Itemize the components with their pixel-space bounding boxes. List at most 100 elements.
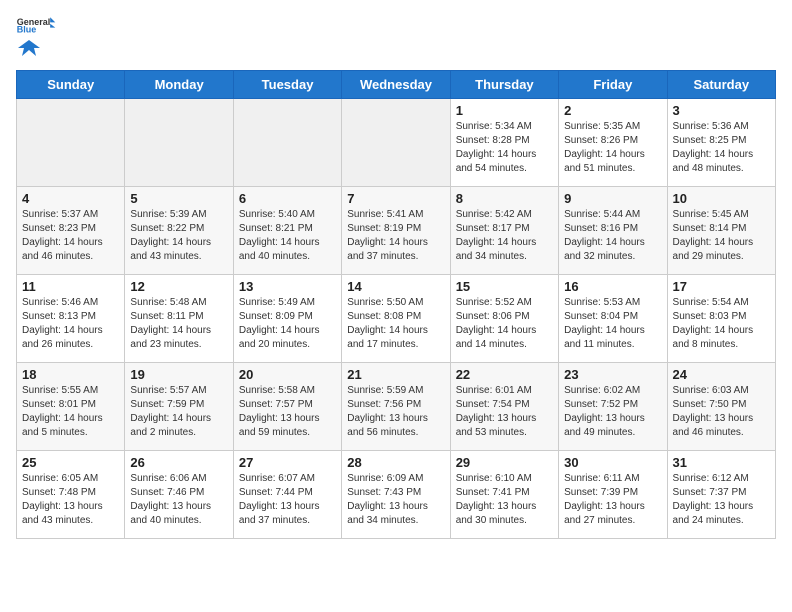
calendar-cell: 16 Sunrise: 5:53 AM Sunset: 8:04 PM Dayli… [559,275,667,363]
day-info: Sunrise: 6:09 AM Sunset: 7:43 PM Dayligh… [347,472,444,528]
day-header-sunday: Sunday [17,71,125,99]
calendar-week-row: 4 Sunrise: 5:37 AM Sunset: 8:23 PM Daylig… [17,187,776,275]
day-header-wednesday: Wednesday [342,71,450,99]
calendar-cell [17,99,125,187]
day-number: 24 [673,367,770,382]
calendar-cell: 22 Sunrise: 6:01 AM Sunset: 7:54 PM Dayli… [450,363,558,451]
day-number: 2 [564,103,661,118]
day-number: 13 [239,279,336,294]
calendar-cell [125,99,233,187]
day-info: Sunrise: 6:05 AM Sunset: 7:48 PM Dayligh… [22,472,119,528]
day-number: 10 [673,191,770,206]
day-number: 4 [22,191,119,206]
day-info: Sunrise: 5:35 AM Sunset: 8:26 PM Dayligh… [564,120,661,176]
day-header-monday: Monday [125,71,233,99]
logo-bird-icon [18,38,40,58]
day-info: Sunrise: 5:44 AM Sunset: 8:16 PM Dayligh… [564,208,661,264]
day-info: Sunrise: 5:57 AM Sunset: 7:59 PM Dayligh… [130,384,227,440]
day-info: Sunrise: 5:40 AM Sunset: 8:21 PM Dayligh… [239,208,336,264]
calendar-cell: 1 Sunrise: 5:34 AM Sunset: 8:28 PM Daylig… [450,99,558,187]
day-number: 29 [456,455,553,470]
calendar-cell: 31 Sunrise: 6:12 AM Sunset: 7:37 PM Dayli… [667,451,775,539]
day-header-friday: Friday [559,71,667,99]
header: General Blue [16,16,776,58]
day-header-tuesday: Tuesday [233,71,341,99]
day-number: 23 [564,367,661,382]
calendar-cell: 13 Sunrise: 5:49 AM Sunset: 8:09 PM Dayli… [233,275,341,363]
calendar-header-row: SundayMondayTuesdayWednesdayThursdayFrid… [17,71,776,99]
day-info: Sunrise: 5:46 AM Sunset: 8:13 PM Dayligh… [22,296,119,352]
day-info: Sunrise: 5:53 AM Sunset: 8:04 PM Dayligh… [564,296,661,352]
day-number: 21 [347,367,444,382]
day-number: 9 [564,191,661,206]
calendar-cell [233,99,341,187]
calendar-cell: 21 Sunrise: 5:59 AM Sunset: 7:56 PM Dayli… [342,363,450,451]
calendar-cell: 10 Sunrise: 5:45 AM Sunset: 8:14 PM Dayli… [667,187,775,275]
day-info: Sunrise: 5:39 AM Sunset: 8:22 PM Dayligh… [130,208,227,264]
calendar-cell: 5Sunrise: 5:39 AM Sunset: 8:22 PM Daylig… [125,187,233,275]
calendar-cell: 11 Sunrise: 5:46 AM Sunset: 8:13 PM Dayli… [17,275,125,363]
day-number: 28 [347,455,444,470]
logo-svg: General Blue [16,16,56,34]
calendar-cell: 6 Sunrise: 5:40 AM Sunset: 8:21 PM Daylig… [233,187,341,275]
calendar-week-row: 25 Sunrise: 6:05 AM Sunset: 7:48 PM Dayli… [17,451,776,539]
calendar-cell: 28 Sunrise: 6:09 AM Sunset: 7:43 PM Dayli… [342,451,450,539]
day-info: Sunrise: 6:01 AM Sunset: 7:54 PM Dayligh… [456,384,553,440]
day-number: 12 [130,279,227,294]
day-number: 26 [130,455,227,470]
day-info: Sunrise: 5:45 AM Sunset: 8:14 PM Dayligh… [673,208,770,264]
calendar-cell: 25 Sunrise: 6:05 AM Sunset: 7:48 PM Dayli… [17,451,125,539]
day-number: 22 [456,367,553,382]
calendar-cell: 18Sunrise: 5:55 AM Sunset: 8:01 PM Dayli… [17,363,125,451]
day-info: Sunrise: 6:02 AM Sunset: 7:52 PM Dayligh… [564,384,661,440]
day-info: Sunrise: 5:54 AM Sunset: 8:03 PM Dayligh… [673,296,770,352]
day-number: 3 [673,103,770,118]
day-info: Sunrise: 6:07 AM Sunset: 7:44 PM Dayligh… [239,472,336,528]
calendar-cell: 27 Sunrise: 6:07 AM Sunset: 7:44 PM Dayli… [233,451,341,539]
calendar-cell: 2 Sunrise: 5:35 AM Sunset: 8:26 PM Daylig… [559,99,667,187]
day-number: 16 [564,279,661,294]
calendar-cell: 19 Sunrise: 5:57 AM Sunset: 7:59 PM Dayli… [125,363,233,451]
day-number: 19 [130,367,227,382]
calendar-cell: 14Sunrise: 5:50 AM Sunset: 8:08 PM Dayli… [342,275,450,363]
day-number: 25 [22,455,119,470]
day-info: Sunrise: 5:55 AM Sunset: 8:01 PM Dayligh… [22,384,119,440]
calendar-cell: 29Sunrise: 6:10 AM Sunset: 7:41 PM Dayli… [450,451,558,539]
day-info: Sunrise: 5:41 AM Sunset: 8:19 PM Dayligh… [347,208,444,264]
calendar-cell: 9 Sunrise: 5:44 AM Sunset: 8:16 PM Daylig… [559,187,667,275]
svg-text:Blue: Blue [17,25,37,34]
day-header-saturday: Saturday [667,71,775,99]
calendar-cell: 20 Sunrise: 5:58 AM Sunset: 7:57 PM Dayli… [233,363,341,451]
calendar-cell: 12Sunrise: 5:48 AM Sunset: 8:11 PM Dayli… [125,275,233,363]
day-number: 15 [456,279,553,294]
day-info: Sunrise: 5:59 AM Sunset: 7:56 PM Dayligh… [347,384,444,440]
day-number: 27 [239,455,336,470]
day-number: 6 [239,191,336,206]
calendar-cell: 8Sunrise: 5:42 AM Sunset: 8:17 PM Daylig… [450,187,558,275]
day-info: Sunrise: 5:42 AM Sunset: 8:17 PM Dayligh… [456,208,553,264]
day-header-thursday: Thursday [450,71,558,99]
day-number: 7 [347,191,444,206]
calendar-cell [342,99,450,187]
logo: General Blue [16,16,56,58]
day-number: 31 [673,455,770,470]
day-info: Sunrise: 5:49 AM Sunset: 8:09 PM Dayligh… [239,296,336,352]
day-info: Sunrise: 6:12 AM Sunset: 7:37 PM Dayligh… [673,472,770,528]
calendar-week-row: 1 Sunrise: 5:34 AM Sunset: 8:28 PM Daylig… [17,99,776,187]
calendar-cell: 17 Sunrise: 5:54 AM Sunset: 8:03 PM Dayli… [667,275,775,363]
day-info: Sunrise: 5:34 AM Sunset: 8:28 PM Dayligh… [456,120,553,176]
day-info: Sunrise: 5:58 AM Sunset: 7:57 PM Dayligh… [239,384,336,440]
day-number: 11 [22,279,119,294]
calendar-table: SundayMondayTuesdayWednesdayThursdayFrid… [16,70,776,539]
day-info: Sunrise: 5:37 AM Sunset: 8:23 PM Dayligh… [22,208,119,264]
day-info: Sunrise: 5:50 AM Sunset: 8:08 PM Dayligh… [347,296,444,352]
day-number: 1 [456,103,553,118]
calendar-week-row: 18Sunrise: 5:55 AM Sunset: 8:01 PM Dayli… [17,363,776,451]
day-number: 17 [673,279,770,294]
calendar-cell: 30Sunrise: 6:11 AM Sunset: 7:39 PM Dayli… [559,451,667,539]
day-number: 20 [239,367,336,382]
calendar-cell: 4 Sunrise: 5:37 AM Sunset: 8:23 PM Daylig… [17,187,125,275]
calendar-cell: 3Sunrise: 5:36 AM Sunset: 8:25 PM Daylig… [667,99,775,187]
day-number: 30 [564,455,661,470]
calendar-cell: 24Sunrise: 6:03 AM Sunset: 7:50 PM Dayli… [667,363,775,451]
